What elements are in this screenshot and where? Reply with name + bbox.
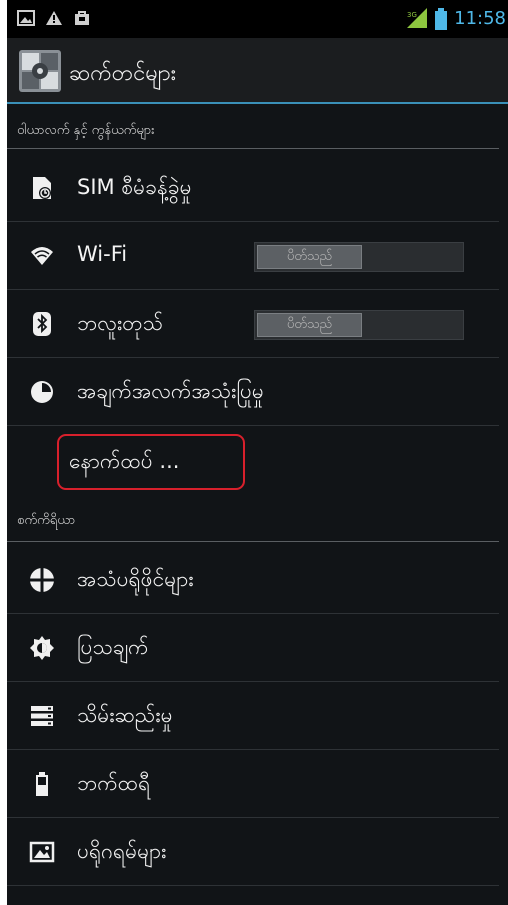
battery-item[interactable]: ဘက်ထရီ [7, 750, 499, 818]
display-label: ပြသချက် [77, 635, 149, 659]
storage-item[interactable]: သိမ်းဆည်းမှု [7, 682, 499, 750]
bluetooth-toggle[interactable]: ပိတ်သည် [254, 310, 464, 340]
bluetooth-toggle-state: ပိတ်သည် [257, 313, 362, 337]
data-usage-icon [31, 381, 53, 403]
section-header-device: စက်ကိရိယာ [7, 512, 499, 542]
more-highlight-box [57, 434, 245, 490]
display-item[interactable]: ပြသချက် [7, 614, 499, 682]
svg-text:3G: 3G [407, 11, 417, 19]
sound-profiles-item[interactable]: အသံပရိုဖိုင်များ [7, 546, 499, 614]
status-bar: 3G 11:58 [7, 0, 508, 38]
bluetooth-label: ဘလူးတုသ် [77, 311, 163, 335]
wifi-toggle-state: ပိတ်သည် [257, 245, 362, 269]
sim-management-label: SIM စီမံခန့်ခွဲမှု [77, 175, 192, 199]
settings-screen: 3G 11:58 ဆက်တင်များ ဝါယာလက် နှင့် ကွန်ယက… [7, 0, 508, 905]
apps-label: ပရိုဂရမ်များ [77, 839, 167, 863]
battery-label: ဘက်ထရီ [77, 771, 151, 795]
wifi-item[interactable]: Wi-Fi ပိတ်သည် [7, 222, 499, 290]
status-time: 11:58 [454, 8, 506, 29]
data-usage-item[interactable]: အချက်အလက်အသုံးပြုမှု [7, 358, 499, 426]
bag-icon [75, 11, 89, 25]
storage-icon [31, 706, 53, 726]
battery-setting-icon [36, 772, 48, 796]
action-bar: ဆက်တင်များ [7, 38, 508, 104]
battery-icon [435, 8, 447, 30]
bluetooth-icon [33, 312, 51, 336]
image-icon [17, 10, 35, 26]
apps-item[interactable]: ပရိုဂရမ်များ [7, 818, 499, 886]
data-usage-label: အချက်အလက်အသုံးပြုမှု [77, 379, 264, 403]
sim-card-icon [33, 177, 51, 199]
wifi-icon [31, 247, 53, 265]
bluetooth-item[interactable]: ဘလူးတုသ် ပိတ်သည် [7, 290, 499, 358]
sound-profiles-label: အသံပရိုဖိုင်များ [77, 567, 194, 591]
wifi-label: Wi-Fi [77, 242, 128, 266]
storage-label: သိမ်းဆည်းမှု [77, 703, 173, 727]
wifi-toggle[interactable]: ပိတ်သည် [254, 242, 464, 272]
warning-icon [46, 11, 62, 25]
sim-management-item[interactable]: SIM စီမံခန့်ခွဲမှု [7, 154, 499, 222]
sound-profile-icon [30, 568, 54, 592]
signal-icon: 3G [407, 8, 427, 28]
brightness-icon [30, 636, 54, 660]
page-title: ဆက်တင်များ [69, 61, 177, 86]
apps-icon [29, 841, 55, 863]
settings-app-icon[interactable] [19, 50, 61, 92]
section-header-wireless: ဝါယာလက် နှင့် ကွန်ယက်များ [7, 122, 499, 149]
